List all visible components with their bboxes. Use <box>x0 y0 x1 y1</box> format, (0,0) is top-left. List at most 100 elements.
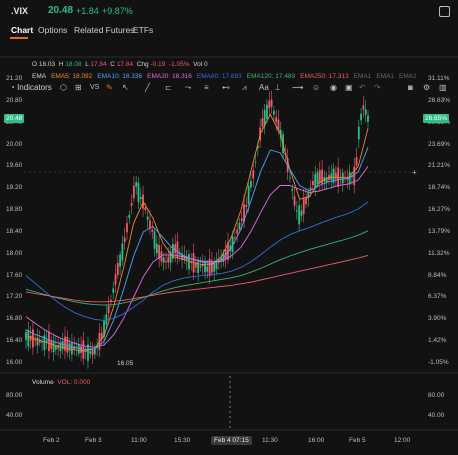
candle-body <box>132 185 135 199</box>
candle-body <box>112 288 115 293</box>
candle-body <box>236 229 239 234</box>
candle-body <box>307 192 310 199</box>
candle-body <box>240 218 243 222</box>
candle-body <box>233 237 236 239</box>
candle-body <box>130 202 133 206</box>
candle-body <box>314 173 317 188</box>
candle-body <box>64 336 66 351</box>
candle-body <box>155 243 158 254</box>
x-label-1100: 11:00 <box>131 437 147 444</box>
candle-body <box>199 265 202 268</box>
candle-body <box>293 196 296 206</box>
candle-body <box>275 117 278 123</box>
candle-body <box>204 261 206 273</box>
candle-body <box>80 346 82 353</box>
candle-body <box>302 198 305 214</box>
candles-group <box>25 90 369 369</box>
y-axis-right-label: 28.63% <box>428 96 451 104</box>
candle-body <box>137 182 140 203</box>
candle-body <box>128 214 131 219</box>
candle-body <box>316 172 319 184</box>
price-chart[interactable] <box>0 0 458 455</box>
y-axis-right-label: 8.84% <box>428 271 447 279</box>
candle-body <box>263 110 266 126</box>
candle-body <box>48 332 50 352</box>
vol-axis-right-80: 80.00 <box>428 392 445 399</box>
candle-body <box>107 305 110 314</box>
candle-body <box>123 237 126 243</box>
candle-body <box>364 109 367 115</box>
candle-body <box>91 350 94 356</box>
candle-body <box>162 257 165 263</box>
y-axis-right-label: 31.11% <box>428 75 450 82</box>
candle-body <box>268 100 271 109</box>
candle-body <box>41 341 43 343</box>
y-axis-right-label: 23.69% <box>428 140 451 148</box>
y-axis-left-label: 16.00 <box>6 359 23 366</box>
candle-body <box>261 118 264 127</box>
candle-body <box>367 115 369 122</box>
volume-header: Volume VOL: 0.000 <box>32 379 91 386</box>
candle-body <box>174 244 177 254</box>
candle-body <box>341 172 344 184</box>
y-axis-left-label: 19.60 <box>6 162 23 170</box>
candle-body <box>318 170 321 183</box>
candle-body <box>330 173 333 181</box>
candle-body <box>270 99 273 107</box>
x-label-1530: 15:30 <box>174 437 191 444</box>
candle-body <box>93 348 96 355</box>
x-label-feb4-crosshair: Feb 4 07:15 <box>211 436 252 445</box>
candle-body <box>312 180 314 186</box>
candle-body <box>250 180 252 188</box>
y-axis-left-label: 17.60 <box>6 271 23 279</box>
y-axis-left-label: 20.00 <box>6 140 23 148</box>
candle-body <box>135 181 138 187</box>
candle-body <box>89 351 92 354</box>
y-axis-left-label: 21.20 <box>6 75 23 82</box>
y-axis-right-label: 3.90% <box>428 315 447 323</box>
candle-body <box>119 254 122 267</box>
candle-body <box>71 342 73 355</box>
y-axis-left-label: 16.40 <box>6 337 23 345</box>
candle-body <box>206 266 209 272</box>
ema-line-ema5 <box>25 113 369 352</box>
y-axis-left-label: 18.80 <box>6 206 23 214</box>
candle-body <box>77 344 80 354</box>
x-label-1200: 12:00 <box>394 437 411 444</box>
candle-body <box>305 197 307 205</box>
candle-body <box>247 186 250 205</box>
candle-body <box>165 261 167 262</box>
candle-body <box>167 256 170 263</box>
y-axis-right-label: 6.37% <box>428 293 447 301</box>
ema-lines-group <box>25 113 369 352</box>
candle-body <box>153 231 156 249</box>
candle-body <box>289 177 291 179</box>
candle-body <box>360 113 363 121</box>
x-label-feb3: Feb 3 <box>85 437 102 444</box>
candle-body <box>116 263 119 275</box>
candle-body <box>295 210 298 212</box>
x-label-feb5: Feb 5 <box>349 437 366 444</box>
add-alert-icon[interactable]: + <box>412 168 417 177</box>
candle-body <box>144 207 147 211</box>
candle-body <box>346 179 349 181</box>
candle-body <box>334 172 337 179</box>
y-axis-right-label: 21.21% <box>428 162 451 170</box>
low-price-label: 16.05 <box>117 360 134 367</box>
candle-body <box>68 343 71 352</box>
candle-body <box>149 220 151 229</box>
price-tag-right: 26.65% <box>423 114 450 123</box>
y-axis-left-label: 16.80 <box>6 315 23 323</box>
candle-body <box>291 188 294 191</box>
ema-line-ema250 <box>25 254 369 303</box>
candle-body <box>362 105 365 110</box>
candle-body <box>266 104 268 119</box>
candle-body <box>146 216 149 220</box>
y-axis-left-label: 20.80 <box>6 96 23 104</box>
x-label-1600: 16:00 <box>308 437 325 444</box>
candle-body <box>61 341 64 350</box>
candle-body <box>126 223 128 233</box>
y-axis-right-label: 13.79% <box>428 227 451 235</box>
candle-body <box>353 166 356 186</box>
candle-body <box>355 157 358 166</box>
